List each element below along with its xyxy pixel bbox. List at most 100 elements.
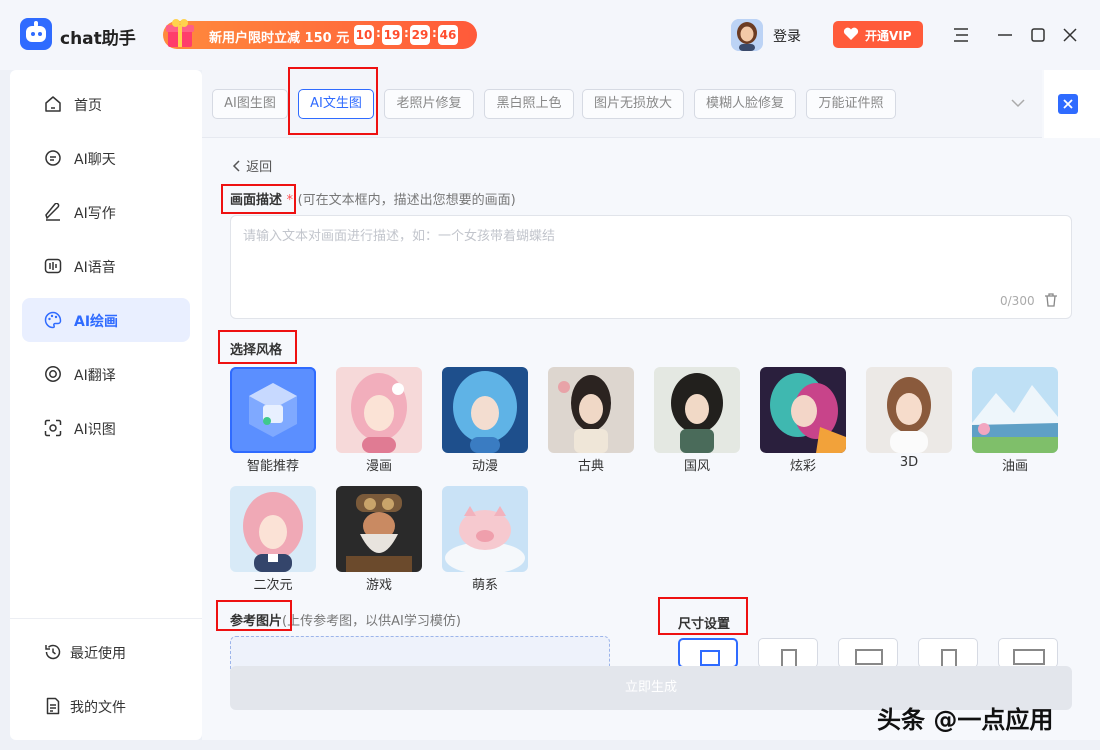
tab-id-photo[interactable]: 万能证件照 bbox=[806, 89, 896, 119]
style-thumbnail bbox=[230, 486, 316, 572]
size-option[interactable] bbox=[918, 638, 978, 668]
style-option[interactable]: 漫画 bbox=[336, 367, 422, 474]
description-input[interactable]: 请输入文本对画面进行描述，如：一个女孩带着蝴蝶结 0/300 bbox=[230, 215, 1072, 319]
palette-icon bbox=[44, 311, 62, 329]
user-avatar[interactable] bbox=[731, 19, 763, 51]
style-option[interactable]: 国风 bbox=[654, 367, 740, 474]
heart-icon bbox=[843, 27, 859, 40]
style-option[interactable]: 萌系 bbox=[442, 486, 528, 593]
menu-icon[interactable] bbox=[951, 25, 971, 45]
tool-tabs: AI图生图 AI文生图 老照片修复 黑白照上色 图片无损放大 模糊人脸修复 万能… bbox=[202, 70, 1042, 138]
chat-icon bbox=[45, 150, 61, 166]
sidebar-item-label: AI聊天 bbox=[74, 152, 116, 168]
vip-label: 开通VIP bbox=[865, 29, 912, 43]
tab-old-photo-repair[interactable]: 老照片修复 bbox=[384, 89, 474, 119]
promo-banner[interactable]: 新用户限时立减 150 元 10 : 19 : 29 : 46 bbox=[163, 19, 477, 49]
close-icon bbox=[1063, 99, 1073, 109]
description-placeholder: 请输入文本对画面进行描述，如：一个女孩带着蝴蝶结 bbox=[243, 229, 556, 244]
sidebar-item-ai-recognize[interactable]: AI识图 bbox=[22, 406, 190, 450]
back-link[interactable]: 返回 bbox=[232, 156, 272, 175]
style-name: 二次元 bbox=[253, 578, 293, 593]
reference-title: 参考图片 bbox=[230, 614, 283, 629]
close-icon[interactable] bbox=[1060, 25, 1080, 45]
sidebar-item-ai-translate[interactable]: AI翻译 bbox=[22, 352, 190, 396]
countdown-colon: : bbox=[432, 26, 437, 40]
sidebar-item-label: AI翻译 bbox=[74, 368, 116, 384]
reference-hint: (上传参考图，以供AI学习模仿) bbox=[282, 614, 461, 629]
description-hint: (可在文本框内，描述出您想要的画面) bbox=[297, 193, 516, 208]
close-panel-button[interactable] bbox=[1058, 94, 1078, 114]
style-name: 游戏 bbox=[365, 578, 392, 593]
style-option[interactable]: 智能推荐 bbox=[230, 367, 316, 474]
sidebar-item-ai-voice[interactable]: AI语音 bbox=[22, 244, 190, 288]
sidebar-item-label: AI绘画 bbox=[74, 314, 119, 330]
gift-icon bbox=[166, 19, 194, 47]
sidebar-item-ai-painting[interactable]: AI绘画 bbox=[22, 298, 190, 342]
countdown-hours: 10 bbox=[354, 25, 374, 45]
style-name: 炫彩 bbox=[789, 459, 816, 474]
landscape-ratio-icon bbox=[855, 649, 883, 665]
style-thumbnail bbox=[654, 367, 740, 453]
tab-image-to-image[interactable]: AI图生图 bbox=[212, 89, 288, 119]
style-name: 国风 bbox=[683, 459, 710, 474]
style-option[interactable]: 古典 bbox=[548, 367, 634, 474]
sidebar-item-label: AI识图 bbox=[74, 422, 116, 438]
login-link[interactable]: 登录 bbox=[773, 26, 801, 46]
countdown-ms: 46 bbox=[438, 25, 458, 45]
promo-text: 新用户限时立减 150 元 bbox=[209, 31, 350, 46]
file-icon bbox=[46, 697, 60, 715]
size-option[interactable] bbox=[998, 638, 1058, 668]
chevron-down-icon[interactable] bbox=[1010, 98, 1026, 108]
size-heading: 尺寸设置 bbox=[678, 617, 731, 632]
translate-icon bbox=[45, 366, 61, 382]
square-ratio-icon bbox=[700, 650, 720, 666]
tab-colorize[interactable]: 黑白照上色 bbox=[484, 89, 574, 119]
size-option[interactable] bbox=[838, 638, 898, 668]
minimize-icon[interactable] bbox=[995, 25, 1015, 45]
style-name: 古典 bbox=[577, 459, 604, 474]
countdown-minutes: 19 bbox=[382, 25, 402, 45]
trash-icon[interactable] bbox=[1043, 292, 1059, 308]
sidebar-item-label: AI写作 bbox=[74, 206, 116, 222]
home-icon bbox=[45, 96, 61, 112]
sidebar-item-my-files[interactable]: 我的文件 bbox=[22, 684, 190, 728]
size-option[interactable] bbox=[758, 638, 818, 668]
style-option[interactable]: 3D bbox=[866, 367, 952, 473]
voice-icon bbox=[44, 258, 62, 274]
side-panel bbox=[1044, 70, 1100, 138]
style-option[interactable]: 炫彩 bbox=[760, 367, 846, 474]
maximize-icon[interactable] bbox=[1028, 25, 1048, 45]
sidebar-item-home[interactable]: 首页 bbox=[22, 82, 190, 126]
style-option[interactable]: 动漫 bbox=[442, 367, 528, 474]
style-name: 萌系 bbox=[471, 578, 498, 593]
style-name: 油画 bbox=[1001, 459, 1028, 474]
style-heading: 选择风格 bbox=[230, 343, 283, 358]
style-thumbnail bbox=[760, 367, 846, 453]
tab-text-to-image[interactable]: AI文生图 bbox=[298, 89, 374, 119]
sidebar-item-ai-writing[interactable]: AI写作 bbox=[22, 190, 190, 234]
style-thumbnail bbox=[230, 367, 316, 453]
size-option[interactable] bbox=[678, 638, 738, 668]
app-name: chat助手 bbox=[60, 29, 136, 49]
main-panel: AI图生图 AI文生图 老照片修复 黑白照上色 图片无损放大 模糊人脸修复 万能… bbox=[202, 70, 1100, 740]
sidebar-divider bbox=[10, 618, 202, 619]
sidebar-item-ai-chat[interactable]: AI聊天 bbox=[22, 136, 190, 180]
watermark: 头条 @一点应用 bbox=[877, 706, 1054, 734]
reference-heading: 参考图片(上传参考图，以供AI学习模仿) bbox=[230, 610, 461, 629]
style-name: 漫画 bbox=[365, 459, 392, 474]
style-option[interactable]: 二次元 bbox=[230, 486, 316, 593]
tab-face-repair[interactable]: 模糊人脸修复 bbox=[694, 89, 796, 119]
sidebar: 首页 AI聊天 AI写作 AI语音 AI绘画 AI翻译 AI识图 最近使用 我的… bbox=[10, 70, 202, 740]
app-logo-icon bbox=[20, 18, 52, 50]
style-name: 3D bbox=[899, 455, 919, 470]
style-option[interactable]: 游戏 bbox=[336, 486, 422, 593]
tab-upscale[interactable]: 图片无损放大 bbox=[582, 89, 684, 119]
style-name: 动漫 bbox=[471, 459, 498, 474]
sidebar-item-label: 首页 bbox=[74, 98, 102, 114]
style-option[interactable]: 油画 bbox=[972, 367, 1058, 474]
style-thumbnail bbox=[442, 367, 528, 453]
style-thumbnail bbox=[866, 367, 952, 453]
vip-button[interactable]: 开通VIP bbox=[833, 21, 923, 48]
style-thumbnail bbox=[548, 367, 634, 453]
sidebar-item-recent[interactable]: 最近使用 bbox=[22, 630, 190, 674]
